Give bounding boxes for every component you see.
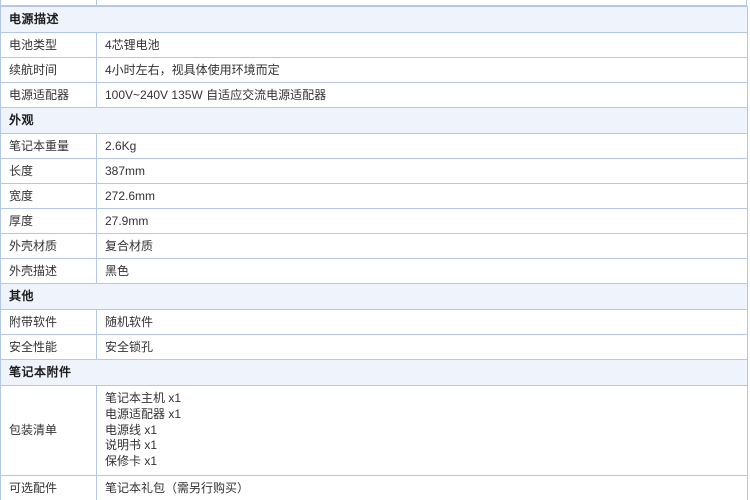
section-header-row: 笔记本附件 (0, 359, 748, 386)
spec-value-width: 272.6mm (96, 183, 748, 209)
table-row: 长度 387mm (0, 158, 748, 184)
section-header-power: 电源描述 (0, 6, 748, 33)
table-row: 可选配件 笔记本礼包（需另行购买） (0, 475, 748, 500)
spec-value-security: 安全锁孔 (96, 334, 748, 360)
spec-label-thickness: 厚度 (0, 208, 97, 234)
table-row: 续航时间 4小时左右，视具体使用环境而定 (0, 57, 748, 83)
spec-value-power-adapter: 100V~240V 135W 自适应交流电源适配器 (96, 82, 748, 108)
table-row: 笔记本重量 2.6Kg (0, 133, 748, 159)
spec-label-shell-material: 外壳材质 (0, 233, 97, 259)
spec-label-battery-life: 续航时间 (0, 57, 97, 83)
spec-value-optional-accessories: 笔记本礼包（需另行购买） (96, 475, 748, 500)
spec-label-optional-accessories: 可选配件 (0, 475, 97, 500)
packing-list-item: 说明书 x1 (105, 438, 158, 453)
spec-label-battery-type: 电池类型 (0, 32, 97, 58)
section-header-row: 其他 (0, 283, 748, 310)
packing-list-item: 保修卡 x1 (105, 454, 158, 469)
spec-value-battery-type: 4芯锂电池 (96, 32, 748, 58)
section-header-row: 电源描述 (0, 6, 748, 33)
table-row: 厚度 27.9mm (0, 208, 748, 234)
table-row: 外壳材质 复合材质 (0, 233, 748, 259)
table-row: 附带软件 随机软件 (0, 309, 748, 335)
spec-label-shell-description: 外壳描述 (0, 258, 97, 284)
spec-label-power-adapter: 电源适配器 (0, 82, 97, 108)
spec-label-length: 长度 (0, 158, 97, 184)
table-row: 电源适配器 100V~240V 135W 自适应交流电源适配器 (0, 82, 748, 108)
table-top-cut-row (0, 0, 747, 6)
spec-value-shell-description: 黑色 (96, 258, 748, 284)
spec-label-security: 安全性能 (0, 334, 97, 360)
column-divider (96, 0, 97, 5)
table-row: 电池类型 4芯锂电池 (0, 32, 748, 58)
spec-value-length: 387mm (96, 158, 748, 184)
spec-value-bundled-software: 随机软件 (96, 309, 748, 335)
spec-value-thickness: 27.9mm (96, 208, 748, 234)
spec-label-weight: 笔记本重量 (0, 133, 97, 159)
spec-value-weight: 2.6Kg (96, 133, 748, 159)
spec-label-bundled-software: 附带软件 (0, 309, 97, 335)
table-row: 安全性能 安全锁孔 (0, 334, 748, 360)
spec-value-shell-material: 复合材质 (96, 233, 748, 259)
spec-label-packing-list: 包装清单 (0, 384, 97, 477)
section-header-row: 外观 (0, 107, 748, 134)
spec-value-packing-list: 笔记本主机 x1 电源适配器 x1 电源线 x1 说明书 x1 保修卡 x1 (96, 384, 748, 477)
spec-value-battery-life: 4小时左右，视具体使用环境而定 (96, 57, 748, 83)
packing-list-item: 电源适配器 x1 (105, 406, 182, 421)
table-row: 包装清单 笔记本主机 x1 电源适配器 x1 电源线 x1 说明书 x1 保修卡… (0, 384, 748, 477)
packing-list-item: 笔记本主机 x1 (105, 391, 182, 405)
spec-label-width: 宽度 (0, 183, 97, 209)
section-header-appearance: 外观 (0, 107, 748, 134)
table-row: 宽度 272.6mm (0, 183, 748, 209)
specification-table: 电源描述 电池类型 4芯锂电池 续航时间 4小时左右，视具体使用环境而定 电源适… (0, 6, 749, 500)
section-header-other: 其他 (0, 283, 748, 310)
table-row: 外壳描述 黑色 (0, 258, 748, 284)
packing-list-item: 电源线 x1 (105, 422, 158, 437)
section-header-accessories: 笔记本附件 (0, 359, 748, 386)
